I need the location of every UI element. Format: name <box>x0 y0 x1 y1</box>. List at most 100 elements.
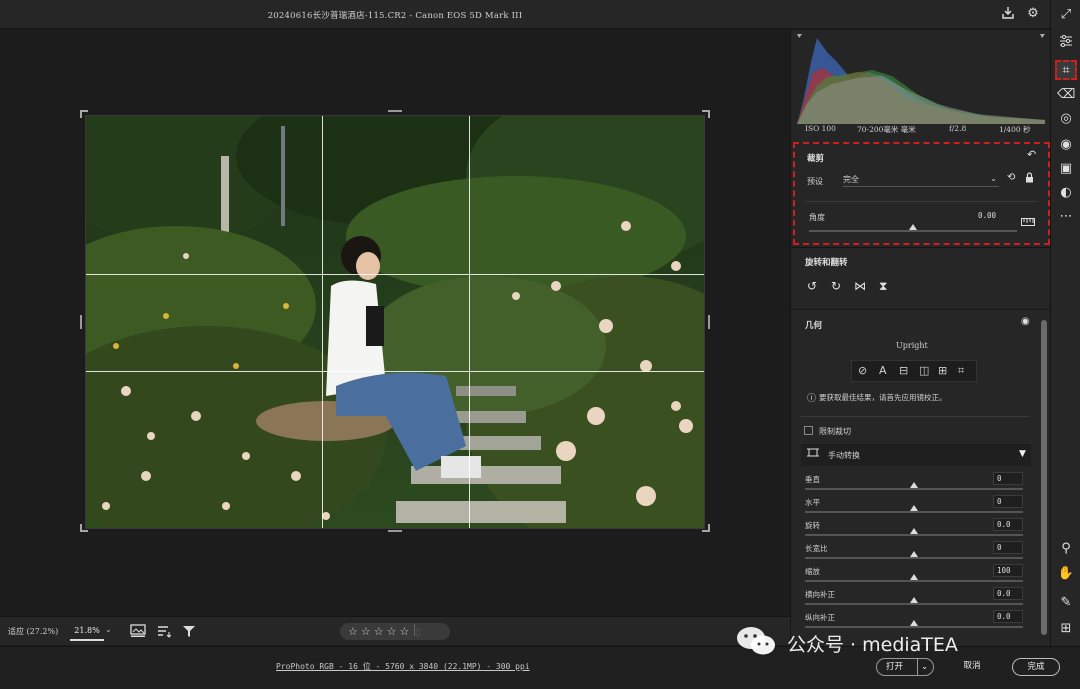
angle-label: 角度 <box>809 213 825 222</box>
slider-track[interactable] <box>805 603 1023 605</box>
exif-aperture: f/2.8 <box>949 124 967 133</box>
crop-handle-right[interactable] <box>708 315 710 329</box>
zoom-fit-label[interactable]: 适应 (27.2%) <box>8 626 58 637</box>
tool-strip: ⤢ ⌗ ⌫ ◎ ◉ ▣ ◐ ⋯ ⚲ ✋ ✎ ⊞ <box>1050 0 1080 646</box>
crop-handle-bottom[interactable] <box>388 530 402 532</box>
slider-label: 旋转 <box>805 521 820 530</box>
flip-vertical-icon[interactable]: ⧗ <box>879 279 887 294</box>
rotate-right-icon[interactable]: ↻ <box>831 279 841 293</box>
crop-title: 裁剪 <box>807 154 825 164</box>
flip-horizontal-icon[interactable]: ⋈ <box>854 279 866 293</box>
slider-thumb[interactable] <box>910 597 918 603</box>
watermark: 公众号 · mediaTEA <box>735 622 1055 662</box>
panel-scrollbar[interactable] <box>1041 320 1047 635</box>
hand-icon[interactable]: ✋ <box>1057 565 1075 583</box>
slider-value[interactable]: 0 <box>993 541 1023 554</box>
reset-crop-icon[interactable]: ↶ <box>1027 148 1036 161</box>
slider-value[interactable]: 0 <box>993 495 1023 508</box>
title-bar: 20240616长沙普瑞酒店-115.CR2 - Canon EOS 5D Ma… <box>0 0 1050 29</box>
slider-thumb[interactable] <box>910 482 918 488</box>
bottom-bar: 适应 (27.2%) 21.8% ⌄ ☆☆☆☆☆ ▯ <box>0 616 790 645</box>
angle-value[interactable]: 0.00 <box>975 210 1005 223</box>
straighten-tool-icon[interactable] <box>1021 218 1035 229</box>
angle-slider[interactable] <box>809 230 1017 232</box>
rating-stars-text[interactable]: ☆☆☆☆☆ <box>348 625 412 638</box>
manual-transform-header[interactable]: 手动转换 ▼ <box>801 444 1031 466</box>
slider-label: 长宽比 <box>805 544 828 553</box>
red-eye-icon[interactable]: ◉ <box>1057 136 1075 154</box>
upright-guided-icon[interactable]: ⌗ <box>958 364 964 378</box>
crop-divider <box>805 201 1037 202</box>
upright-full-icon[interactable]: ⊞ <box>938 364 947 377</box>
angle-slider-thumb[interactable] <box>909 224 917 230</box>
slider-label: 缩放 <box>805 567 820 576</box>
crop-tool-icon[interactable]: ⌗ <box>1055 60 1077 80</box>
chevron-down-icon: ⌄ <box>990 174 997 183</box>
more-icon[interactable]: ⋯ <box>1057 208 1075 226</box>
photo-preview[interactable] <box>85 115 705 529</box>
slider-thumb[interactable] <box>910 505 918 511</box>
zoom-dropdown-icon[interactable]: ⌄ <box>105 625 112 634</box>
image-canvas[interactable] <box>0 30 790 615</box>
slider-track[interactable] <box>805 534 1023 536</box>
grid-line-v1 <box>322 116 323 528</box>
filmstrip-icon[interactable] <box>130 624 146 641</box>
visibility-eye-icon[interactable]: ◉ <box>1021 316 1030 327</box>
slider-track[interactable] <box>805 580 1023 582</box>
crop-handle-top[interactable] <box>388 110 402 112</box>
zoom-value[interactable]: 21.8% <box>70 621 104 641</box>
swap-orientation-icon[interactable]: ⟲ <box>1007 172 1015 183</box>
exif-lens: 70-200毫米 毫米 <box>857 125 916 134</box>
slider-track[interactable] <box>805 488 1023 490</box>
grid-overlay-icon[interactable]: ⊞ <box>1057 620 1075 638</box>
color-sampler-icon[interactable]: ✎ <box>1057 594 1075 612</box>
slider-thumb[interactable] <box>910 551 918 557</box>
wechat-logo-icon <box>737 627 775 655</box>
upright-auto-icon[interactable]: A <box>879 364 887 377</box>
slider-value[interactable]: 100 <box>993 564 1023 577</box>
upright-level-icon[interactable]: ⊟ <box>899 364 908 377</box>
section-divider-2 <box>791 309 1050 310</box>
zoom-icon[interactable]: ⚲ <box>1057 540 1075 558</box>
fullscreen-icon[interactable]: ⤢ <box>1057 6 1075 24</box>
crop-section: 裁剪 ↶ 预设 完全 ⌄ ⟲ 角度 0.00 <box>793 142 1050 245</box>
rotate-left-icon[interactable]: ↺ <box>807 279 817 293</box>
filter-icon[interactable] <box>182 624 196 641</box>
edit-sliders-icon[interactable] <box>1057 34 1075 53</box>
workflow-options-link[interactable]: ProPhoto RGB - 16 位 - 5760 x 3840 (22.1M… <box>276 661 530 672</box>
slider-thumb[interactable] <box>910 574 918 580</box>
slider-label: 垂直 <box>805 475 820 484</box>
crop-handle-top-left[interactable] <box>80 110 88 118</box>
histogram: ISO 100 70-200毫米 毫米 f/2.8 1/400 秒 <box>791 30 1050 140</box>
save-icon[interactable] <box>1000 6 1016 22</box>
slider-thumb[interactable] <box>910 528 918 534</box>
flag-icon[interactable]: ▯ <box>414 624 424 638</box>
rating-stars[interactable]: ☆☆☆☆☆ ▯ <box>340 623 450 640</box>
preset-select[interactable]: 完全 ⌄ <box>843 174 999 187</box>
crop-handle-top-right[interactable] <box>702 110 710 118</box>
slider-label: 横向补正 <box>805 590 835 599</box>
presets-icon[interactable]: ◐ <box>1057 184 1075 202</box>
window-title: 20240616长沙普瑞酒店-115.CR2 - Canon EOS 5D Ma… <box>267 11 523 21</box>
upright-off-icon[interactable]: ⊘ <box>858 364 867 377</box>
slider-value[interactable]: 0.0 <box>993 587 1023 600</box>
slider-value[interactable]: 0 <box>993 472 1023 485</box>
eraser-icon[interactable]: ⌫ <box>1057 86 1075 104</box>
exif-row: ISO 100 70-200毫米 毫米 f/2.8 1/400 秒 <box>791 124 1050 138</box>
crop-handle-left[interactable] <box>80 315 82 329</box>
lock-icon[interactable] <box>1025 172 1034 186</box>
crop-handle-bottom-left[interactable] <box>80 524 88 532</box>
preset-value: 完全 <box>843 175 859 184</box>
slider-track[interactable] <box>805 511 1023 513</box>
slider-track[interactable] <box>805 557 1023 559</box>
snapshots-icon[interactable]: ▣ <box>1057 160 1075 178</box>
mask-icon[interactable]: ◎ <box>1057 110 1075 128</box>
upright-vertical-icon[interactable]: ◫ <box>919 364 929 377</box>
constrain-crop-checkbox[interactable] <box>804 426 813 435</box>
gear-icon[interactable]: ⚙ <box>1025 6 1041 22</box>
slider-value[interactable]: 0.0 <box>993 518 1023 531</box>
constrain-crop-label: 限制裁切 <box>819 427 851 436</box>
crop-handle-bottom-right[interactable] <box>702 524 710 532</box>
sort-icon[interactable] <box>157 624 172 641</box>
photo-image <box>86 116 704 528</box>
